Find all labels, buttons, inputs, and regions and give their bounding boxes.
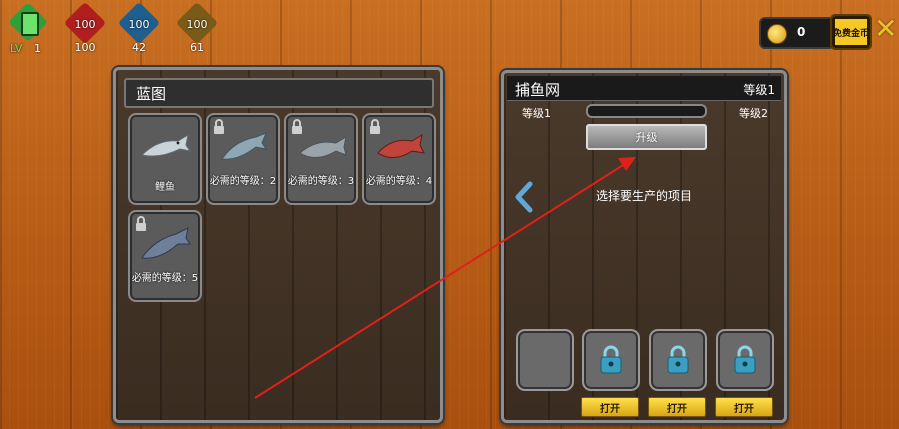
water-max: 100: [128, 18, 150, 31]
select-item-prompt: 选择要生产的项目: [595, 189, 692, 203]
blueprint-title: 蓝图: [136, 85, 167, 103]
water-stat: 100 42: [116, 1, 162, 56]
coin-icon: [767, 24, 787, 44]
level-label: LV: [10, 42, 23, 55]
blueprint-item-locked[interactable]: 必需的等级：4: [362, 113, 436, 205]
net-title: 捕鱼网: [515, 81, 561, 99]
water-value: 42: [132, 41, 146, 54]
health-value: 100: [74, 41, 96, 54]
health-max: 100: [74, 18, 96, 31]
tuna-fish-icon: [141, 227, 191, 259]
blueprint-item-label: 必需的等级：3: [287, 176, 355, 187]
open-slot-button[interactable]: 打开: [581, 397, 639, 417]
carp-fish-icon: [141, 133, 192, 157]
open-slot-button[interactable]: 打开: [648, 397, 706, 417]
food-max: 100: [186, 18, 208, 31]
blueprint-item-label: 鲤鱼: [155, 182, 175, 193]
padlock-icon: [667, 345, 689, 374]
upgrade-button[interactable]: 升级: [586, 124, 707, 150]
close-icon[interactable]: ✕: [874, 14, 897, 44]
food-stat: 100 61: [174, 1, 220, 56]
next-level-label: 等级2: [739, 107, 768, 120]
blueprint-item-label: 必需的等级：5: [131, 273, 199, 284]
red-fish-icon: [377, 133, 425, 158]
production-slot-locked[interactable]: [649, 329, 707, 391]
health-stat: 100 100: [62, 1, 108, 56]
net-title-bar: 捕鱼网 等级1: [507, 76, 781, 101]
open-slot-button[interactable]: 打开: [715, 397, 773, 417]
coin-counter: 0: [759, 17, 835, 49]
fishing-net-panel: 捕鱼网 等级1 等级1 等级2 升级 选择要生产的项目 打开 打开 打开: [501, 70, 787, 423]
level-value: 1: [34, 42, 41, 55]
blueprint-item-locked[interactable]: 必需的等级：5: [128, 210, 202, 302]
blueprint-panel: 蓝图 鲤鱼 必需的等级：2 必需的等级：3 必需的等级：4 必需的等级：5: [113, 67, 443, 423]
upgrade-progress-bar: [586, 104, 707, 118]
production-slot-locked[interactable]: [716, 329, 774, 391]
blueprint-title-bar: 蓝图: [124, 78, 434, 108]
fish-icon: [221, 132, 268, 160]
blueprint-item-locked[interactable]: 必需的等级：3: [284, 113, 358, 205]
fish-icon: [299, 135, 347, 158]
production-slot-locked[interactable]: [582, 329, 640, 391]
coin-value: 0: [797, 25, 806, 39]
free-coins-label: 免费金币: [832, 29, 869, 39]
open-label: 打开: [667, 404, 687, 415]
upgrade-label: 升级: [635, 131, 658, 144]
production-slot-empty[interactable]: [516, 329, 574, 391]
open-label: 打开: [734, 404, 754, 415]
padlock-icon: [600, 345, 622, 374]
open-label: 打开: [600, 404, 620, 415]
blueprint-item-carp[interactable]: 鲤鱼: [128, 113, 202, 205]
blueprint-item-locked[interactable]: 必需的等级：2: [206, 113, 280, 205]
net-level: 等级1: [743, 83, 775, 97]
blueprint-item-label: 必需的等级：2: [209, 176, 277, 187]
current-level-label: 等级1: [522, 107, 551, 120]
food-value: 61: [190, 41, 204, 54]
energy-icon: [21, 12, 39, 36]
padlock-icon: [734, 345, 756, 374]
level-badge: LV 1: [6, 2, 50, 56]
blueprint-item-label: 必需的等级：4: [365, 176, 433, 187]
free-coins-button[interactable]: 免费金币: [830, 14, 872, 50]
